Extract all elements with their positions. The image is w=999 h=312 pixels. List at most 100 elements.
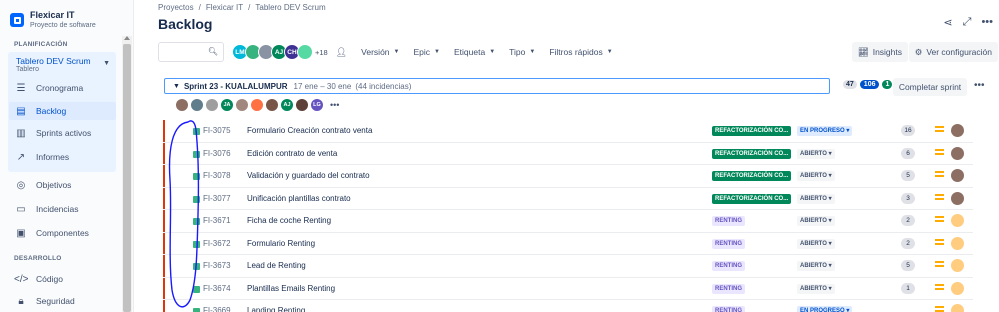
- issue-key[interactable]: FI-3075: [203, 126, 231, 135]
- avatar[interactable]: [951, 124, 964, 137]
- status-dropdown[interactable]: ABIERTO ▾: [797, 193, 835, 204]
- complete-sprint-button[interactable]: Completar sprint: [893, 78, 967, 96]
- sidebar-item-informes[interactable]: ↗ Informes: [14, 148, 69, 166]
- issue-summary[interactable]: Landing Renting: [247, 306, 305, 312]
- avatar[interactable]: [951, 281, 964, 295]
- status-dropdown[interactable]: EN PROGRESO ▾: [797, 126, 853, 136]
- filter-quick[interactable]: Filtros rápidos ▼: [549, 47, 612, 57]
- sidebar-item-codigo[interactable]: </> Código: [14, 270, 63, 288]
- epic-badge[interactable]: RENTING: [712, 261, 745, 271]
- breadcrumb-proyectos[interactable]: Proyectos: [158, 3, 194, 12]
- filter-etiqueta[interactable]: Etiqueta ▼: [454, 47, 495, 57]
- status-dropdown[interactable]: EN PROGRESO ▾: [797, 306, 853, 312]
- issue-key[interactable]: FI-3672: [203, 239, 231, 248]
- issue-summary[interactable]: Plantillas Emails Renting: [247, 284, 335, 293]
- issue-row[interactable]: FI-3669 Landing Renting RENTING EN PROGRESO…: [163, 300, 973, 312]
- avatar[interactable]: [951, 304, 964, 312]
- avatar[interactable]: [191, 99, 203, 111]
- issue-key[interactable]: FI-3077: [203, 194, 231, 203]
- avatar[interactable]: [951, 259, 964, 272]
- status-dropdown[interactable]: ABIERTO ▾: [797, 283, 835, 294]
- chevron-down-icon[interactable]: ▼: [103, 60, 110, 67]
- issue-key[interactable]: FI-3673: [203, 261, 231, 270]
- epic-badge[interactable]: RENTING: [712, 238, 745, 249]
- status-dropdown[interactable]: ABIERTO ▾: [797, 261, 835, 271]
- issue-key[interactable]: FI-3669: [203, 306, 231, 312]
- epic-badge[interactable]: REFACTORIZACIÓN CO...: [712, 148, 792, 159]
- epic-badge[interactable]: RENTING: [712, 283, 745, 294]
- story-points-badge[interactable]: 2: [901, 237, 915, 249]
- issue-row[interactable]: FI-3078 Validación y guardado del contrat…: [163, 165, 973, 188]
- breadcrumb-board[interactable]: Tablero DEV Scrum: [255, 3, 325, 12]
- insights-button[interactable]: 📈︎ Insights: [851, 42, 908, 62]
- sidebar-scrollbar[interactable]: [122, 36, 132, 312]
- issue-key[interactable]: FI-3671: [203, 216, 231, 225]
- avatar[interactable]: [951, 146, 964, 160]
- share-icon[interactable]: ⋖: [943, 16, 952, 29]
- search-input[interactable]: 🔍︎: [158, 42, 224, 62]
- story-points-badge[interactable]: 6: [901, 147, 915, 159]
- story-points-badge[interactable]: 16: [901, 125, 915, 136]
- expand-icon[interactable]: ⤢: [963, 16, 972, 29]
- avatar[interactable]: [266, 99, 278, 111]
- avatar[interactable]: AJ: [281, 99, 293, 111]
- filter-version[interactable]: Versión ▼: [361, 47, 399, 57]
- epic-badge[interactable]: RENTING: [712, 216, 745, 226]
- issue-summary[interactable]: Lead de Renting: [247, 261, 306, 270]
- issue-key[interactable]: FI-3078: [203, 171, 231, 180]
- issue-summary[interactable]: Unificación plantillas contrato: [247, 194, 351, 203]
- sidebar-item-objetivos[interactable]: ◎ Objetivos: [14, 176, 72, 194]
- filter-epic[interactable]: Epic ▼: [413, 47, 440, 57]
- board-selector[interactable]: Tablero DEV Scrum Tablero: [16, 56, 91, 73]
- sidebar-item-cronograma[interactable]: ☰ Cronograma: [14, 79, 84, 97]
- avatar[interactable]: [951, 169, 964, 182]
- avatar[interactable]: [951, 191, 964, 205]
- scroll-up-icon[interactable]: [124, 36, 130, 40]
- status-dropdown[interactable]: ABIERTO ▾: [797, 216, 835, 226]
- issue-row[interactable]: FI-3076 Edición contrato de venta REFACTOR…: [163, 142, 973, 165]
- scroll-thumb[interactable]: [123, 44, 131, 312]
- sidebar-item-incidencias[interactable]: ▭ Incidencias: [14, 200, 78, 218]
- story-points-badge[interactable]: 3: [901, 192, 915, 204]
- avatar[interactable]: [951, 236, 964, 250]
- avatar[interactable]: [251, 99, 263, 111]
- epic-badge[interactable]: RENTING: [712, 306, 745, 312]
- avatar[interactable]: JA: [221, 99, 233, 111]
- sprint-header[interactable]: ▼ Sprint 23 - KUALALUMPUR 17 ene – 30 en…: [164, 78, 830, 94]
- issue-row[interactable]: FI-3673 Lead de Renting RENTING ABIERTO ▾ 5: [163, 255, 973, 278]
- avatar[interactable]: [206, 99, 218, 111]
- sidebar-item-componentes[interactable]: ▣ Componentes: [14, 224, 89, 242]
- status-dropdown[interactable]: ABIERTO ▾: [797, 148, 835, 159]
- sidebar-item-sprints-activos[interactable]: ▥ Sprints activos: [14, 124, 91, 142]
- avatars-more[interactable]: +18: [315, 48, 328, 57]
- story-points-badge[interactable]: 1: [901, 282, 915, 294]
- issue-row[interactable]: FI-3075 Formulario Creación contrato vent…: [163, 120, 973, 143]
- story-points-badge[interactable]: 5: [901, 260, 915, 271]
- breadcrumb-project[interactable]: Flexicar IT: [206, 3, 243, 12]
- issue-row[interactable]: FI-3671 Ficha de coche Renting RENTING ABIE…: [163, 210, 973, 233]
- project-header[interactable]: Flexicar IT Proyecto de software: [0, 0, 133, 32]
- status-dropdown[interactable]: ABIERTO ▾: [797, 238, 835, 249]
- avatar[interactable]: [297, 44, 313, 60]
- epic-badge[interactable]: REFACTORIZACIÓN CO...: [712, 126, 792, 136]
- issue-key[interactable]: FI-3076: [203, 149, 231, 158]
- issue-summary[interactable]: Ficha de coche Renting: [247, 216, 331, 225]
- issue-row[interactable]: FI-3674 Plantillas Emails Renting RENTING A…: [163, 277, 973, 300]
- more-icon[interactable]: •••: [974, 80, 985, 91]
- chevron-down-icon[interactable]: ▼: [173, 83, 180, 90]
- avatar[interactable]: [236, 99, 248, 111]
- issue-summary[interactable]: Edición contrato de venta: [247, 149, 337, 158]
- issue-key[interactable]: FI-3674: [203, 284, 231, 293]
- issue-row[interactable]: FI-3077 Unificación plantillas contrato RE…: [163, 187, 973, 210]
- story-points-badge[interactable]: 2: [901, 215, 915, 226]
- story-points-badge[interactable]: 5: [901, 170, 915, 181]
- status-dropdown[interactable]: ABIERTO ▾: [797, 171, 835, 181]
- issue-row[interactable]: FI-3672 Formulario Renting RENTING ABIERTO …: [163, 232, 973, 255]
- avatar[interactable]: [296, 99, 308, 111]
- avatar[interactable]: [176, 99, 188, 111]
- epic-badge[interactable]: REFACTORIZACIÓN CO...: [712, 193, 792, 204]
- issue-summary[interactable]: Formulario Creación contrato venta: [247, 126, 372, 135]
- issue-summary[interactable]: Formulario Renting: [247, 239, 315, 248]
- avatar[interactable]: [951, 214, 964, 227]
- filter-tipo[interactable]: Tipo ▼: [509, 47, 535, 57]
